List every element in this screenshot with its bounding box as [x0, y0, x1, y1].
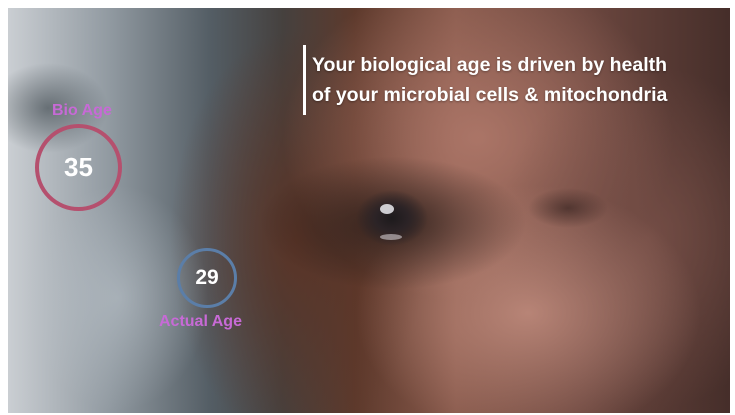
bio-age-label: Bio Age: [52, 102, 112, 119]
eye-shape-far: [528, 188, 608, 228]
headline: Your biological age is driven by health …: [312, 50, 722, 110]
bio-age-value: 35: [64, 152, 93, 182]
actual-age-value: 29: [195, 266, 219, 289]
eye-highlight: [380, 204, 394, 214]
headline-line-1: Your biological age is driven by health: [312, 54, 668, 76]
eye-highlight-lower: [380, 234, 402, 240]
actual-age-label: Actual Age: [159, 313, 242, 330]
headline-accent-bar: [303, 45, 306, 115]
hero-banner: Your biological age is driven by health …: [8, 8, 730, 413]
actual-age-ring: 29: [177, 248, 237, 308]
bio-age-ring: 35: [35, 124, 122, 211]
headline-line-2: of your microbial cells & mitochondria: [312, 84, 668, 106]
